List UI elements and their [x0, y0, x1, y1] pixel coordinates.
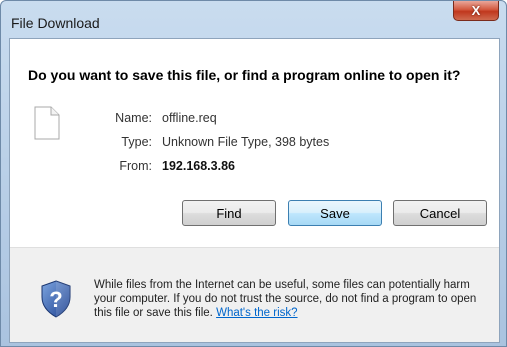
close-button[interactable]: X [453, 1, 499, 21]
name-label: Name: [115, 111, 152, 125]
name-value: offline.req [162, 111, 217, 125]
security-warning: While files from the Internet can be use… [94, 278, 494, 320]
whats-the-risk-link[interactable]: What's the risk? [216, 307, 297, 319]
dialog-body: Do you want to save this file, or find a… [9, 38, 500, 343]
dialog-question: Do you want to save this file, or find a… [28, 67, 461, 83]
title-bar[interactable]: File Download X [1, 1, 506, 35]
file-download-window: File Download X Do you want to save this… [0, 0, 507, 347]
find-button[interactable]: Find [182, 200, 276, 226]
cancel-button[interactable]: Cancel [393, 200, 487, 226]
file-type-row: Type: Unknown File Type, 398 bytes [10, 135, 499, 151]
close-icon: X [471, 3, 481, 18]
window-title: File Download [11, 15, 100, 31]
type-value: Unknown File Type, 398 bytes [162, 135, 330, 149]
shield-question-icon: ? [41, 280, 71, 318]
type-label: Type: [121, 135, 152, 149]
dialog-content: Do you want to save this file, or find a… [10, 39, 499, 247]
security-warning-panel: ? While files from the Internet can be u… [10, 248, 499, 342]
save-button[interactable]: Save [288, 200, 382, 226]
svg-text:?: ? [49, 287, 62, 312]
file-name-row: Name: offline.req [10, 111, 499, 127]
from-label: From: [119, 159, 152, 173]
from-value: 192.168.3.86 [162, 159, 235, 173]
file-from-row: From: 192.168.3.86 [10, 159, 499, 175]
